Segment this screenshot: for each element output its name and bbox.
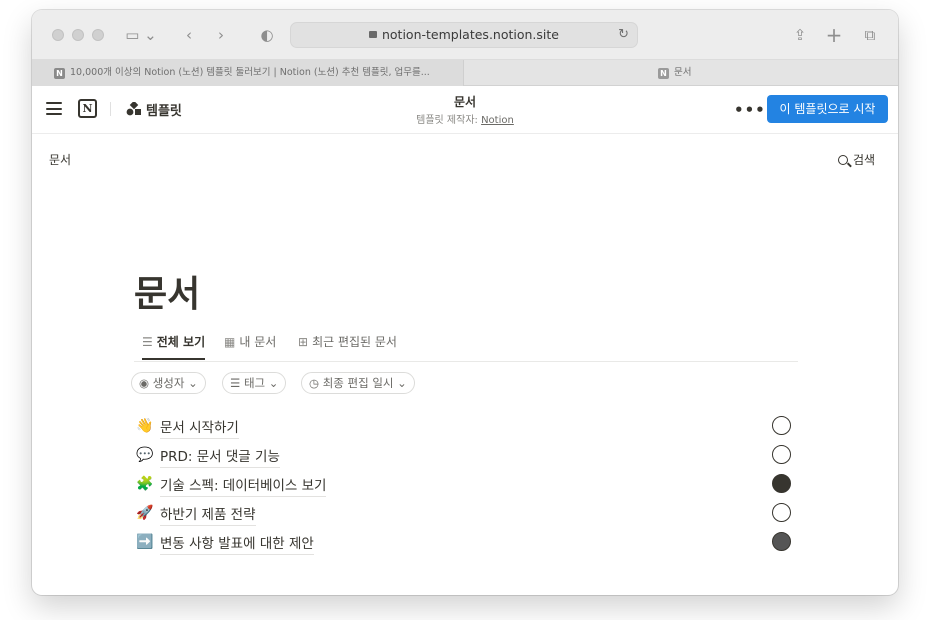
tab-label: 10,000개 이상의 Notion (노션) 템플릿 둘러보기 | Notio… <box>70 67 430 78</box>
gallery-icon: ⊞ <box>298 335 309 349</box>
filter-last-edited[interactable]: ◷ 최종 편집 일시 ⌄ <box>301 372 415 394</box>
privacy-shield-icon[interactable]: ◐ <box>258 24 276 46</box>
avatar <box>772 532 791 551</box>
avatar <box>772 445 791 464</box>
list-item[interactable]: 🚀 하반기 제품 전략 <box>136 501 800 527</box>
document-title[interactable]: PRD: 문서 댓글 기능 <box>160 445 280 468</box>
new-tab-icon[interactable]: + <box>824 24 844 46</box>
avatar <box>772 416 791 435</box>
person-icon: ◉ <box>139 376 150 390</box>
creator-prefix: 템플릿 제작자: <box>416 115 478 126</box>
browser-window: ▭ ⌄ ‹ › ◐ notion-templates.notion.site ↻… <box>32 10 898 595</box>
tab-bar: N 10,000개 이상의 Notion (노션) 템플릿 둘러보기 | Noti… <box>32 60 898 86</box>
search-button[interactable]: 검색 <box>838 151 875 168</box>
avatar <box>772 503 791 522</box>
address-bar[interactable]: notion-templates.notion.site ↻ <box>290 22 638 48</box>
view-label: 최근 편집된 문서 <box>312 335 397 349</box>
search-icon <box>838 155 848 165</box>
chevron-down-icon: ⌄ <box>268 376 279 390</box>
puzzle-icon: 🧩 <box>136 476 154 492</box>
list-item[interactable]: 🧩 기술 스펙: 데이터베이스 보기 <box>136 472 800 498</box>
clock-icon: ◷ <box>309 376 320 390</box>
speech-bubble-icon: 💬 <box>136 447 154 463</box>
filter-label: 생성자 <box>152 376 185 390</box>
filter-label: 최종 편집 일시 <box>322 376 394 390</box>
forward-icon[interactable]: › <box>212 24 230 46</box>
document-title[interactable]: 기술 스펙: 데이터베이스 보기 <box>160 474 327 497</box>
use-template-button[interactable]: 이 템플릿으로 시작 <box>767 95 888 123</box>
list-item[interactable]: 💬 PRD: 문서 댓글 기능 <box>136 443 800 469</box>
notion-header: N 템플릿 문서 템플릿 제작자: Notion ••• 이 템플릿으로 시작 <box>32 86 898 134</box>
browser-toolbar: ▭ ⌄ ‹ › ◐ notion-templates.notion.site ↻… <box>32 10 898 60</box>
filter-creator[interactable]: ◉ 생성자 ⌄ <box>131 372 206 394</box>
tab-label: 문서 <box>674 67 692 78</box>
tab-all-view[interactable]: ☰ 전체 보기 <box>142 330 206 360</box>
notion-favicon-icon: N <box>54 68 65 79</box>
avatar <box>772 474 791 493</box>
list-icon: ☰ <box>142 335 153 349</box>
reload-icon[interactable]: ↻ <box>618 23 629 47</box>
share-icon[interactable]: ⇪ <box>790 24 810 46</box>
filter-tags[interactable]: ☰ 태그 ⌄ <box>222 372 287 394</box>
document-title[interactable]: 문서 시작하기 <box>160 416 239 439</box>
zoom-window-button[interactable] <box>92 29 104 41</box>
back-icon[interactable]: ‹ <box>180 24 198 46</box>
document-title[interactable]: 변동 사항 발표에 대한 제안 <box>160 532 314 555</box>
list-icon: ☰ <box>230 376 241 390</box>
tab-documents[interactable]: N 문서 <box>464 60 898 86</box>
chevron-down-icon: ⌄ <box>188 376 198 390</box>
list-item[interactable]: 👋 문서 시작하기 <box>136 414 800 440</box>
lock-icon <box>368 31 377 38</box>
table-icon: ▦ <box>224 335 236 349</box>
view-label: 전체 보기 <box>156 335 206 349</box>
notion-favicon-icon: N <box>658 68 669 79</box>
breadcrumb[interactable]: 문서 <box>49 151 71 168</box>
address-url: notion-templates.notion.site <box>381 27 559 42</box>
list-item[interactable]: ➡️ 변동 사항 발표에 대한 제안 <box>136 530 800 556</box>
close-window-button[interactable] <box>52 29 64 41</box>
creator-link[interactable]: Notion <box>481 115 514 126</box>
view-tabs: ☰ 전체 보기 ▦ 내 문서 ⊞ 최근 편집된 문서 <box>134 330 798 362</box>
tab-recently-edited[interactable]: ⊞ 최근 편집된 문서 <box>298 330 397 360</box>
search-label: 검색 <box>853 153 876 167</box>
document-title[interactable]: 하반기 제품 전략 <box>160 503 256 526</box>
rocket-icon: 🚀 <box>136 505 154 521</box>
wave-icon: 👋 <box>136 418 154 434</box>
tab-my-docs[interactable]: ▦ 내 문서 <box>224 330 276 360</box>
tab-overview-icon[interactable]: ⧉ <box>860 24 880 46</box>
tab-templates-gallery[interactable]: N 10,000개 이상의 Notion (노션) 템플릿 둘러보기 | Noti… <box>32 60 464 86</box>
page-title: 문서 <box>134 274 201 315</box>
more-options-icon[interactable]: ••• <box>734 101 766 119</box>
view-label: 내 문서 <box>239 335 277 349</box>
filter-label: 태그 <box>243 376 266 390</box>
minimize-window-button[interactable] <box>72 29 84 41</box>
chevron-down-icon: ⌄ <box>397 376 407 390</box>
arrow-right-icon: ➡️ <box>136 534 154 550</box>
sidebar-toggle-icon[interactable]: ▭ ⌄ <box>124 24 158 46</box>
